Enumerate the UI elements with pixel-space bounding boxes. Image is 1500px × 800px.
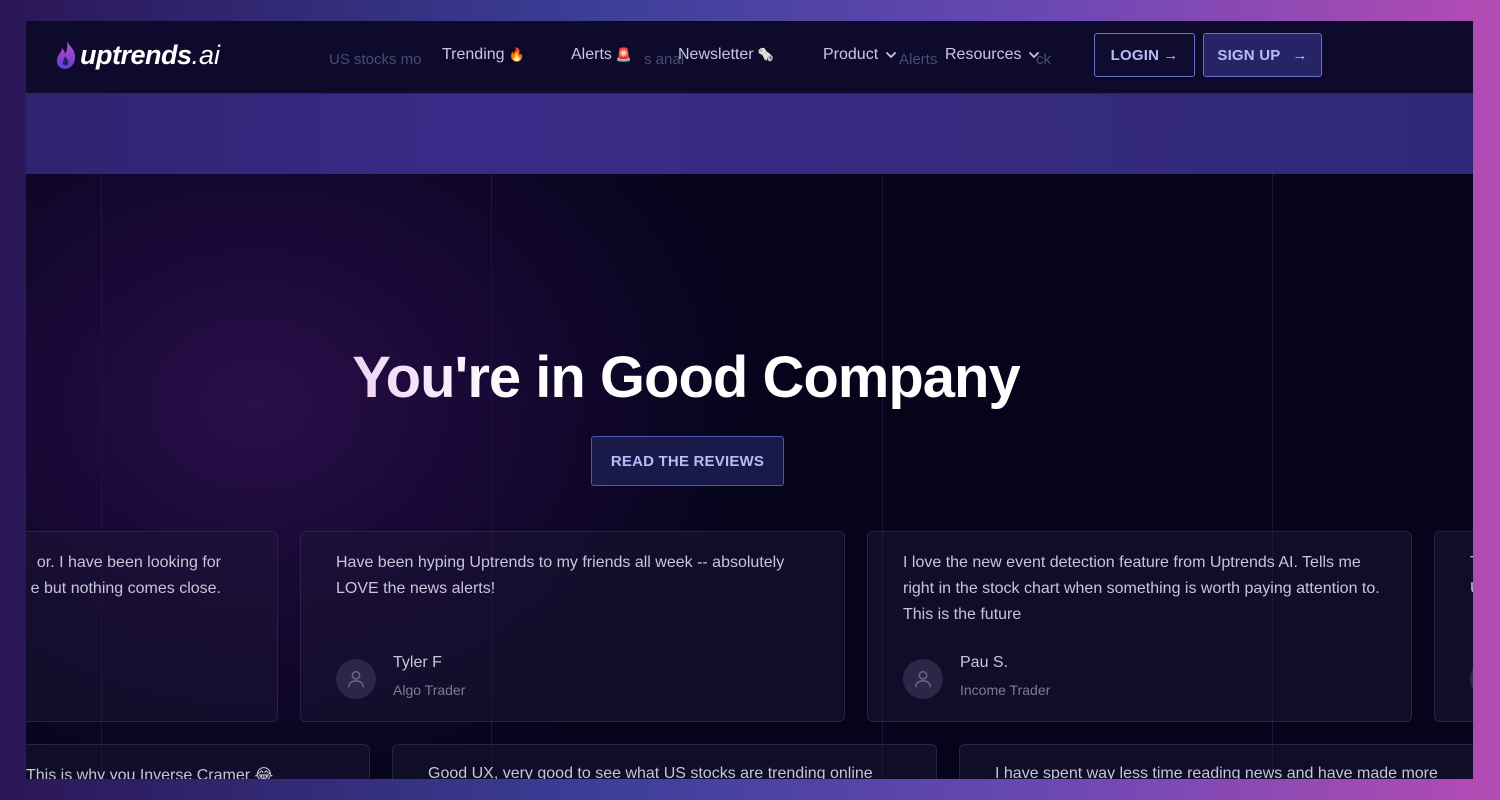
section-title: You're in Good Company — [26, 344, 1346, 411]
announcement-banner — [26, 94, 1473, 174]
read-reviews-button[interactable]: READ THE REVIEWS — [591, 436, 784, 486]
login-button[interactable]: LOGIN → — [1094, 33, 1195, 77]
uptrends-logo[interactable]: uptrends .ai — [54, 39, 220, 71]
reviewer-role: Algo Trader — [393, 682, 466, 698]
reviewer-name: Pau S. — [960, 654, 1009, 671]
arrow-right-icon: → — [1292, 46, 1308, 64]
signup-button[interactable]: SIGN UP → — [1203, 33, 1322, 77]
app-window: US stocks mo s anal Alerts ck uptrends .a… — [26, 21, 1473, 779]
newspaper-icon: 🗞️ — [757, 47, 774, 62]
signup-button-label: SIGN UP — [1217, 46, 1281, 64]
review-text: I have spent way less time reading news … — [995, 765, 1438, 779]
chevron-down-icon — [1029, 52, 1040, 58]
review-text: Good UX, very good to see what US stocks… — [428, 765, 873, 779]
reviewer-role: Income Trader — [960, 682, 1051, 698]
review-text-line: T — [1470, 550, 1473, 576]
nav-newsletter-label: Newsletter — [678, 46, 754, 63]
user-icon — [347, 670, 365, 688]
nav-newsletter[interactable]: Newsletter 🗞️ — [678, 46, 774, 64]
nav-resources-label: Resources — [945, 46, 1022, 63]
nav-trending-label: Trending — [442, 46, 505, 63]
review-text: T U — [1470, 550, 1473, 602]
logo-wordmark: uptrends — [80, 39, 192, 70]
nav-product-label: Product — [823, 46, 879, 63]
nav-product-dropdown[interactable]: Product — [823, 46, 898, 64]
review-card: I love the new event detection feature f… — [867, 531, 1412, 722]
review-card: T U — [1434, 531, 1473, 722]
review-card: or. I have been looking for e but nothin… — [26, 531, 278, 722]
chevron-down-icon — [886, 52, 897, 58]
logo-suffix: .ai — [191, 39, 221, 70]
ticker-ghost-text: Alerts — [899, 51, 938, 68]
top-navbar: US stocks mo s anal Alerts ck uptrends .a… — [26, 21, 1473, 94]
review-text-line: U — [1470, 576, 1473, 602]
review-text: I love the new event detection feature f… — [903, 554, 1380, 623]
review-card: I have spent way less time reading news … — [959, 744, 1473, 779]
arrow-right-icon: → — [1163, 46, 1179, 64]
section-title-text: You're in Good Company — [352, 345, 1020, 410]
avatar — [903, 659, 943, 699]
user-icon — [914, 670, 932, 688]
nav-alerts-label: Alerts — [571, 46, 612, 63]
flame-logo-icon — [56, 41, 76, 69]
review-card: This is why you Inverse Cramer 😂 — [26, 744, 370, 779]
nav-resources-dropdown[interactable]: Resources — [945, 46, 1041, 64]
review-text: This is why you Inverse Cramer 😂 — [26, 767, 274, 779]
avatar — [336, 659, 376, 699]
review-text-line: e but nothing comes close. — [30, 580, 221, 597]
siren-icon: 🚨 — [615, 47, 633, 62]
review-card: Good UX, very good to see what US stocks… — [392, 744, 937, 779]
reviewer-name: Tyler F — [393, 654, 442, 671]
avatar — [1470, 659, 1473, 699]
review-text: or. I have been looking for e but nothin… — [26, 550, 221, 602]
review-card: Have been hyping Uptrends to my friends … — [300, 531, 845, 722]
review-text: Have been hyping Uptrends to my friends … — [336, 554, 785, 597]
fire-icon: 🔥 — [508, 47, 525, 62]
nav-alerts[interactable]: Alerts 🚨 — [571, 46, 632, 64]
nav-trending[interactable]: Trending 🔥 — [442, 46, 525, 64]
ticker-ghost-text: US stocks mo — [329, 51, 422, 68]
login-button-label: LOGIN — [1110, 46, 1160, 64]
testimonials-section: You're in Good Company READ THE REVIEWS … — [26, 174, 1473, 779]
review-text-line: or. I have been looking for — [36, 554, 221, 571]
